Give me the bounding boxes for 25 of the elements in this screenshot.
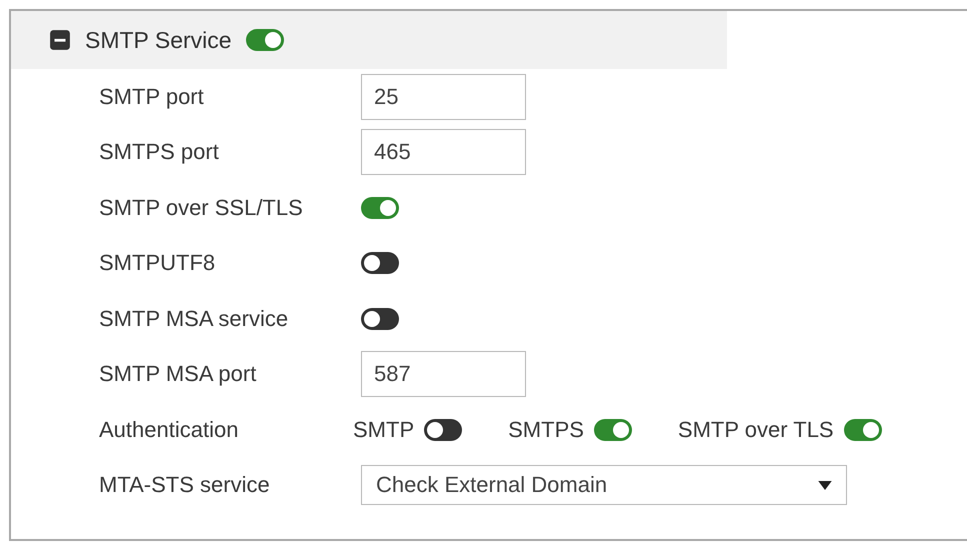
field-label: Authentication <box>99 416 240 443</box>
field-label: SMTP MSA service <box>99 306 290 332</box>
field-label: SMTP over SSL/TLS <box>99 194 304 221</box>
toggle-switch[interactable] <box>361 196 399 219</box>
toggle-switch[interactable] <box>361 252 399 274</box>
field-label: SMTPS port <box>99 139 220 166</box>
dropdown[interactable]: Check External Domain <box>361 465 847 506</box>
option-label: SMTP <box>353 416 414 443</box>
section-title: SMTP Service <box>85 26 232 54</box>
option-label: SMTP over TLS <box>678 416 834 443</box>
field-label: SMTPUTF8 <box>99 250 216 276</box>
toggle-switch[interactable] <box>361 308 399 330</box>
caret-icon <box>818 480 832 490</box>
toggle-switch[interactable] <box>844 418 882 441</box>
field-label: MTA-STS service <box>99 472 271 498</box>
collapse-icon[interactable] <box>49 29 71 51</box>
toggle-switch[interactable] <box>246 29 284 51</box>
input-field[interactable]: 25 <box>361 74 526 120</box>
input-field[interactable]: 465 <box>361 129 526 176</box>
field-label: SMTP port <box>99 84 205 110</box>
field-label: SMTP MSA port <box>99 361 258 388</box>
toggle-switch[interactable] <box>594 418 632 441</box>
option-label: SMTPS <box>508 416 584 443</box>
input-field[interactable]: 587 <box>361 351 526 398</box>
toggle-switch[interactable] <box>424 418 462 441</box>
